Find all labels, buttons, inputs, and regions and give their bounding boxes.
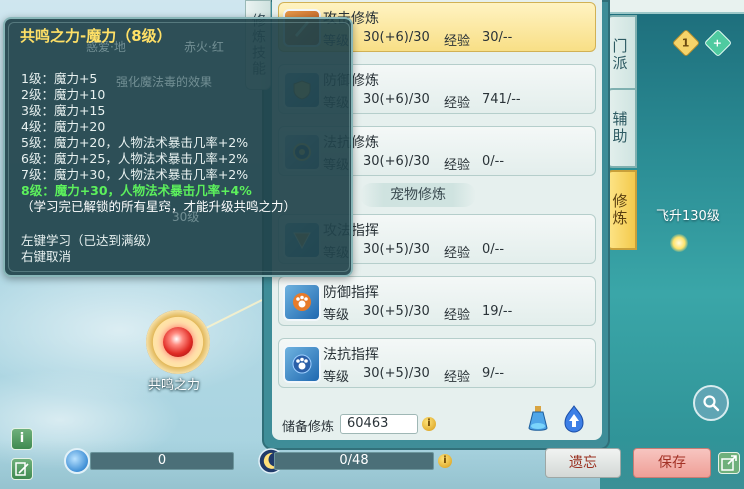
card-exp-label: 经验 — [444, 370, 471, 385]
card-name: 法抗指挥 — [323, 347, 379, 363]
info-button[interactable]: i — [11, 428, 33, 450]
card-exp-value: 19/-- — [482, 304, 513, 319]
resonance-core-icon — [163, 327, 193, 357]
storage-label: 储备修炼 — [282, 420, 335, 435]
edit-icon — [15, 462, 29, 476]
paw-icon — [283, 283, 321, 321]
info-icon: i — [19, 431, 25, 446]
plus-icon: + — [713, 36, 723, 50]
card-level-value: 30(+5)/30 — [363, 366, 430, 381]
star-node-glow[interactable] — [670, 234, 688, 252]
storage-info-icon[interactable]: i — [422, 417, 436, 431]
feisheng-label: 飞升130级 — [656, 209, 720, 224]
tooltip-action-right: 右键取消 — [21, 249, 72, 264]
card-exp-label: 经验 — [444, 96, 471, 111]
save-button[interactable]: 保存 — [633, 448, 711, 478]
pet-section-title: 宠物修炼 — [360, 183, 476, 207]
forget-button[interactable]: 遗忘 — [545, 448, 621, 478]
cultivation-points-bar: 0 — [90, 452, 234, 470]
tab-fuzhu-label: 辅助 — [610, 111, 629, 145]
potion-icon[interactable] — [526, 404, 550, 434]
card-exp-value: 0/-- — [482, 154, 505, 169]
tab-menpai-label: 门派 — [610, 38, 629, 72]
card-name: 防御指挥 — [323, 285, 379, 301]
ghost-tab-b: 赤火·红 — [184, 40, 224, 54]
tab-xiulian-label: 修炼 — [610, 193, 629, 227]
card-exp-label: 经验 — [444, 246, 471, 261]
card-pet-resist[interactable]: 法抗指挥 等级 30(+5)/30 经验 9/-- — [278, 338, 596, 388]
cultivation-points-icon — [64, 448, 90, 474]
card-level-value: 30(+6)/30 — [363, 92, 430, 107]
storage-value: 60463 — [340, 414, 418, 434]
upgrade-flame-icon[interactable] — [563, 404, 585, 434]
card-level-value: 30(+5)/30 — [363, 304, 430, 319]
share-icon — [721, 455, 737, 471]
card-level-value: 30(+6)/30 — [363, 154, 430, 169]
card-exp-value: 0/-- — [482, 242, 505, 257]
paw-icon — [283, 345, 321, 383]
notes-button[interactable] — [11, 458, 33, 480]
card-level-label: 等级 — [323, 308, 350, 323]
card-exp-label: 经验 — [444, 158, 471, 173]
resonance-label: 共鸣之力 — [148, 378, 201, 393]
ghost-effect-text: 强化魔法毒的效果 — [116, 75, 213, 89]
moon-info-icon[interactable]: i — [438, 454, 452, 468]
card-exp-value: 30/-- — [482, 30, 513, 45]
card-exp-value: 741/-- — [482, 92, 521, 107]
card-level-label: 等级 — [323, 370, 350, 385]
resonance-node[interactable] — [146, 310, 210, 374]
card-exp-label: 经验 — [444, 308, 471, 323]
card-pet-defense[interactable]: 防御指挥 等级 30(+5)/30 经验 19/-- — [278, 276, 596, 326]
search-button[interactable] — [693, 385, 729, 421]
level-badge-text: 1 — [682, 36, 690, 50]
card-exp-value: 9/-- — [482, 366, 505, 381]
card-exp-label: 经验 — [444, 34, 471, 49]
tooltip-title: 共鸣之力-魔力（8级） — [20, 27, 172, 45]
search-icon — [703, 395, 720, 412]
share-button[interactable] — [718, 452, 740, 474]
card-level-value: 30(+5)/30 — [363, 242, 430, 257]
right-top-strip — [600, 0, 744, 14]
moon-progress-bar: 0/48 — [274, 452, 434, 470]
card-level-value: 30(+6)/30 — [363, 30, 430, 45]
tooltip-unlock-note: （学习完已解锁的所有星窍，才能升级共鸣之力） — [21, 199, 297, 214]
